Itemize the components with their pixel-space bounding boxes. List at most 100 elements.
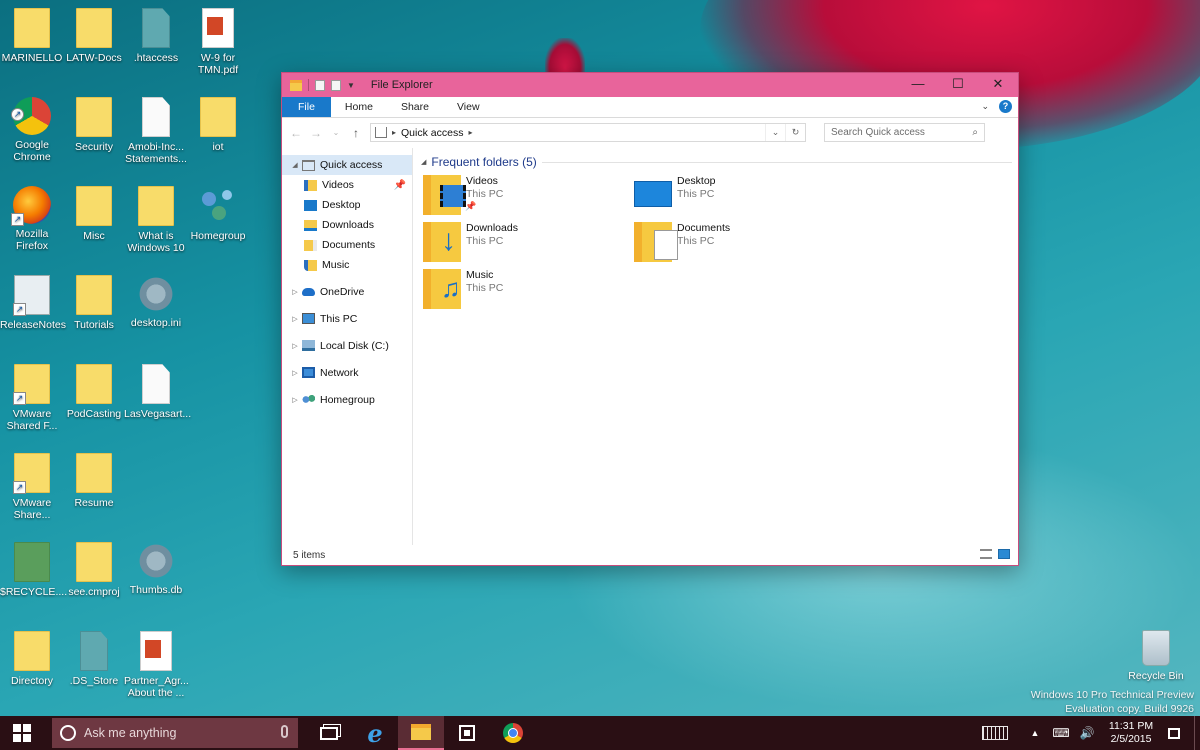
desktop-icon-google-chrome[interactable]: Google Chrome (0, 97, 64, 163)
nav-item-documents[interactable]: Documents (282, 235, 412, 255)
volume-icon[interactable]: 🔊 (1074, 726, 1100, 740)
desktop-icon-see-cmproj[interactable]: see.cmproj (62, 542, 126, 598)
folder-tile-music[interactable]: MusicThis PC (423, 269, 503, 309)
expand-icon[interactable]: ▷ (288, 369, 302, 377)
show-desktop-button[interactable] (1194, 716, 1200, 750)
desktop-icon-releasenotes[interactable]: ReleaseNotes (0, 275, 66, 331)
expand-icon[interactable]: ▷ (288, 288, 302, 296)
taskbar-file-explorer[interactable] (398, 716, 444, 750)
desktop-icon-firefox[interactable]: Mozilla Firefox (0, 186, 64, 252)
nav-item-desktop[interactable]: Desktop (282, 195, 412, 215)
microphone-icon[interactable] (281, 725, 288, 738)
title-bar[interactable]: ▼ File Explorer — ☐ ✕ (282, 73, 1018, 97)
clock[interactable]: 11:31 PM 2/5/2015 (1100, 720, 1162, 746)
refresh-icon[interactable]: ↻ (785, 124, 805, 141)
desktop-icon-desktop-ini[interactable]: desktop.ini (124, 275, 188, 329)
folder-tile-documents[interactable]: Documents This PC (634, 222, 730, 262)
customize-toolbar-icon[interactable]: ▼ (347, 81, 355, 90)
recent-locations-icon[interactable]: ⌄ (330, 128, 342, 137)
help-icon[interactable]: ? (999, 100, 1012, 113)
taskbar-store[interactable] (444, 716, 490, 750)
search-input[interactable] (831, 127, 961, 138)
folder-tile-downloads[interactable]: DownloadsThis PC (423, 222, 518, 262)
tab-file[interactable]: File (282, 97, 331, 117)
minimize-button[interactable]: — (898, 73, 938, 97)
action-center-icon[interactable] (1168, 727, 1180, 739)
show-hidden-icons-icon[interactable]: ▲ (1022, 728, 1048, 738)
desktop-icon-homegroup[interactable]: Homegroup (186, 186, 250, 242)
expand-ribbon-icon[interactable]: ⌄ (981, 101, 989, 112)
large-icons-view-icon[interactable] (998, 549, 1010, 559)
desktop-icon-recycle-folder[interactable]: $RECYCLE.... (0, 542, 67, 598)
navigation-pane[interactable]: ◢ Quick access Videos 📌 Desktop Download… (282, 148, 413, 545)
folder-icon[interactable] (290, 79, 302, 91)
new-folder-icon[interactable] (331, 79, 341, 91)
nav-item-quick-access[interactable]: ◢ Quick access (282, 155, 412, 175)
desktop-icon-ds-store[interactable]: .DS_Store (62, 631, 126, 687)
tab-view[interactable]: View (443, 97, 494, 117)
nav-item-onedrive[interactable]: ▷ OneDrive (282, 281, 412, 302)
content-pane[interactable]: ◢ Frequent folders (5) 📌 Videos This PC D… (413, 148, 1018, 545)
nav-item-music[interactable]: Music (282, 255, 412, 275)
cortana-search-box[interactable] (52, 718, 298, 748)
desktop-icon-marinello[interactable]: MARINELLO (0, 8, 64, 64)
breadcrumb-quick-access[interactable]: Quick access (401, 127, 463, 139)
nav-item-this-pc[interactable]: ▷ This PC (282, 308, 412, 329)
desktop-icon-thumbs-db[interactable]: Thumbs.db (124, 542, 188, 596)
tab-home[interactable]: Home (331, 97, 387, 117)
desktop-icon-iot[interactable]: iot (186, 97, 250, 153)
address-bar[interactable]: ▸ Quick access ▸ ⌄ ↻ (370, 123, 806, 142)
taskbar-internet-explorer[interactable]: e (352, 716, 398, 750)
search-icon[interactable]: ⌕ (972, 127, 978, 138)
nav-item-homegroup[interactable]: ▷ Homegroup (282, 389, 412, 410)
expand-icon[interactable]: ▷ (288, 342, 302, 350)
task-view-button[interactable] (306, 716, 352, 750)
nav-item-videos[interactable]: Videos 📌 (282, 175, 412, 195)
breadcrumb-separator-icon[interactable]: ▸ (468, 128, 472, 137)
start-button[interactable] (0, 716, 44, 750)
up-icon[interactable]: ↑ (350, 126, 362, 140)
taskbar-chrome[interactable] (490, 716, 536, 750)
back-icon[interactable]: ← (290, 126, 302, 140)
desktop-icon-amobi[interactable]: Amobi-Inc... Statements... (124, 97, 188, 165)
frequent-folders-header[interactable]: ◢ Frequent folders (5) (421, 153, 1018, 171)
folder-tile-desktop[interactable]: Desktop This PC (634, 175, 716, 207)
desktop-icon-resume[interactable]: Resume (62, 453, 126, 509)
expand-icon[interactable]: ▷ (288, 315, 302, 323)
desktop-icon-recycle-bin[interactable]: Recycle Bin (1126, 630, 1186, 682)
breadcrumb-separator-icon[interactable]: ▸ (392, 128, 396, 137)
folder-tile-videos[interactable]: 📌 Videos This PC (423, 175, 503, 215)
touch-keyboard-icon[interactable] (982, 726, 1008, 740)
maximize-button[interactable]: ☐ (938, 73, 978, 97)
pin-icon[interactable]: 📌 (394, 180, 406, 191)
expand-icon[interactable]: ▷ (288, 396, 302, 404)
desktop-icon-what-is-windows-10[interactable]: What is Windows 10 (124, 186, 188, 254)
file-explorer-window[interactable]: ▼ File Explorer — ☐ ✕ File Home Share Vi… (281, 72, 1019, 566)
desktop-icon-directory[interactable]: Directory (0, 631, 64, 687)
desktop-icon-w9-pdf[interactable]: W-9 for TMN.pdf (186, 8, 250, 76)
nav-item-network[interactable]: ▷ Network (282, 362, 412, 383)
close-button[interactable]: ✕ (978, 73, 1018, 97)
desktop-icon-tutorials[interactable]: Tutorials (62, 275, 126, 331)
desktop-icon-vmware-share[interactable]: VMware Share... (0, 453, 64, 521)
desktop-icon-podcasting[interactable]: PodCasting (62, 364, 126, 420)
nav-item-local-disk[interactable]: ▷ Local Disk (C:) (282, 335, 412, 356)
collapse-icon[interactable]: ◢ (288, 161, 302, 169)
desktop-icon-partner-agr[interactable]: Partner_Agr... About the ... (124, 631, 189, 699)
desktop-icon-security[interactable]: Security (62, 97, 126, 153)
desktop-icon-latw-docs[interactable]: LATW-Docs (62, 8, 126, 64)
network-icon[interactable]: ⌨ (1048, 726, 1074, 740)
properties-icon[interactable] (315, 79, 325, 91)
nav-item-downloads[interactable]: Downloads (282, 215, 412, 235)
search-box[interactable]: ⌕ (824, 123, 985, 142)
desktop-icon-misc[interactable]: Misc (62, 186, 126, 242)
desktop-icon-vmware-shared-f[interactable]: VMware Shared F... (0, 364, 64, 432)
desktop-icon-lasvegasart[interactable]: LasVegasart... (124, 364, 191, 420)
tab-share[interactable]: Share (387, 97, 443, 117)
cortana-search-input[interactable] (84, 726, 264, 740)
forward-icon[interactable]: → (310, 126, 322, 140)
details-view-icon[interactable] (980, 549, 992, 559)
address-dropdown-icon[interactable]: ⌄ (765, 124, 785, 141)
desktop-icon-htaccess[interactable]: .htaccess (124, 8, 188, 64)
collapse-group-icon[interactable]: ◢ (421, 158, 426, 166)
